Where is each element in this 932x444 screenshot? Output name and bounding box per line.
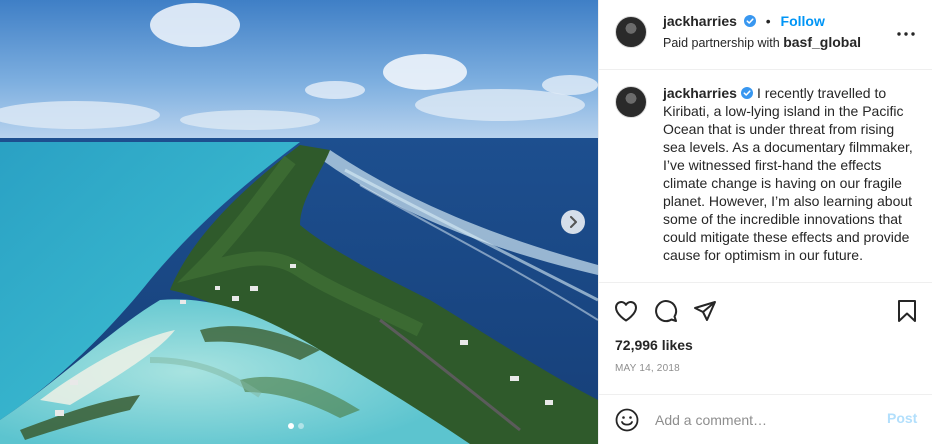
carousel-indicator <box>288 423 304 429</box>
author-username[interactable]: jackharries <box>663 13 737 29</box>
post-comment-button[interactable]: Post <box>887 410 917 426</box>
comment-bar: Post <box>599 394 932 444</box>
comment-button[interactable] <box>653 298 679 324</box>
author-avatar[interactable] <box>615 16 647 48</box>
chevron-right-icon <box>570 216 577 228</box>
follow-button[interactable]: Follow <box>781 13 825 29</box>
instagram-post: jackharries • Follow Paid partnership wi… <box>0 0 932 444</box>
post-actions <box>599 284 932 336</box>
post-caption: jackharries I recently travelled to Kiri… <box>663 84 913 264</box>
caption-author-avatar[interactable] <box>615 86 647 118</box>
emoji-icon <box>615 408 639 432</box>
comment-icon <box>655 300 678 323</box>
author-line: jackharries • Follow <box>663 13 825 29</box>
carousel-dot <box>298 423 304 429</box>
likes-count[interactable]: 72,996 likes <box>615 337 693 353</box>
more-options-button[interactable] <box>896 24 916 44</box>
caption-text: I recently travelled to Kiribati, a low-… <box>663 85 913 263</box>
bookmark-icon <box>898 300 916 322</box>
post-date: MAY 14, 2018 <box>615 363 680 374</box>
paid-partnership-line: Paid partnership with basf_global <box>663 34 861 50</box>
partner-link[interactable]: basf_global <box>783 34 861 50</box>
save-button[interactable] <box>894 298 920 324</box>
heart-icon <box>615 301 637 322</box>
share-icon <box>694 301 716 321</box>
caption-username[interactable]: jackharries <box>663 85 737 101</box>
caption-section: jackharries I recently travelled to Kiri… <box>599 71 932 283</box>
post-photo[interactable] <box>0 0 598 444</box>
aerial-island-photo <box>0 0 598 444</box>
post-side-panel: jackharries • Follow Paid partnership wi… <box>598 0 932 444</box>
carousel-dot-active <box>288 423 294 429</box>
emoji-button[interactable] <box>615 408 639 432</box>
like-button[interactable] <box>613 298 639 324</box>
verified-badge-icon <box>743 15 756 27</box>
more-options-icon <box>897 32 915 36</box>
post-header: jackharries • Follow Paid partnership wi… <box>599 0 932 70</box>
carousel-next-button[interactable] <box>561 210 585 234</box>
verified-badge-icon <box>740 87 753 99</box>
comment-input[interactable] <box>655 408 875 432</box>
separator-dot: • <box>765 13 771 29</box>
paid-partnership-label: Paid partnership with <box>663 36 780 50</box>
share-button[interactable] <box>692 298 718 324</box>
